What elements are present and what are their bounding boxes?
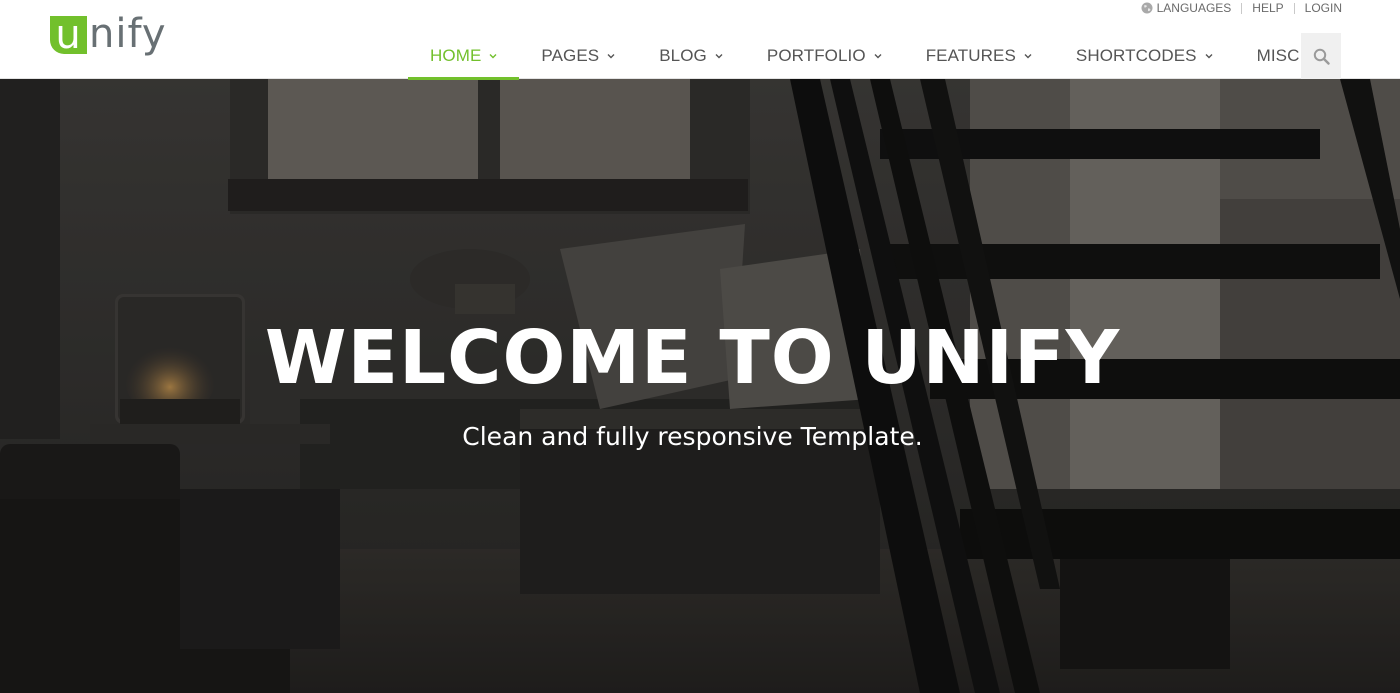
topbar-divider	[1241, 2, 1243, 14]
chevron-down-icon	[1205, 54, 1213, 59]
search-button[interactable]	[1301, 33, 1341, 79]
top-bar: LANGUAGES HELP LOGIN	[1141, 0, 1342, 16]
chevron-down-icon	[1024, 54, 1032, 59]
chevron-down-icon	[489, 54, 497, 59]
login-link[interactable]: LOGIN	[1305, 1, 1342, 15]
hero-banner: WELCOME TO UNIFY Clean and fully respons…	[0, 79, 1400, 693]
nav-item-label: HOME	[430, 46, 482, 65]
languages-label: LANGUAGES	[1156, 1, 1232, 15]
chevron-down-icon	[874, 54, 882, 59]
nav-item-label: MISC	[1256, 46, 1300, 65]
logo[interactable]: u nify	[50, 8, 167, 57]
chevron-down-icon	[715, 54, 723, 59]
nav-item-portfolio[interactable]: PORTFOLIO	[745, 33, 904, 79]
nav-item-label: SHORTCODES	[1075, 46, 1197, 65]
main-nav: HOME PAGES BLOG PORTFOLIO FEATURES SHORT…	[408, 33, 1337, 80]
nav-item-home[interactable]: HOME	[408, 33, 520, 80]
site-header: u nify LANGUAGES HELP LOGIN HOME PAGES BL…	[0, 0, 1400, 80]
nav-item-features[interactable]: FEATURES	[904, 33, 1054, 79]
nav-item-blog[interactable]: BLOG	[637, 33, 745, 79]
globe-icon	[1141, 2, 1153, 14]
nav-item-shortcodes[interactable]: SHORTCODES	[1054, 33, 1235, 79]
nav-item-pages[interactable]: PAGES	[519, 33, 637, 79]
help-link[interactable]: HELP	[1252, 1, 1283, 15]
hero-subtitle: Clean and fully responsive Template.	[462, 422, 923, 451]
topbar-divider	[1293, 2, 1295, 14]
search-icon	[1313, 48, 1330, 65]
logo-mark: u	[50, 15, 87, 55]
nav-item-label: FEATURES	[925, 46, 1016, 65]
hero-title: WELCOME TO UNIFY	[264, 315, 1121, 401]
nav-item-label: PORTFOLIO	[766, 46, 866, 65]
languages-link[interactable]: LANGUAGES	[1141, 1, 1232, 15]
nav-item-label: PAGES	[541, 46, 600, 65]
chevron-down-icon	[607, 54, 615, 59]
nav-item-label: BLOG	[659, 46, 707, 65]
logo-text: nify	[89, 11, 167, 57]
